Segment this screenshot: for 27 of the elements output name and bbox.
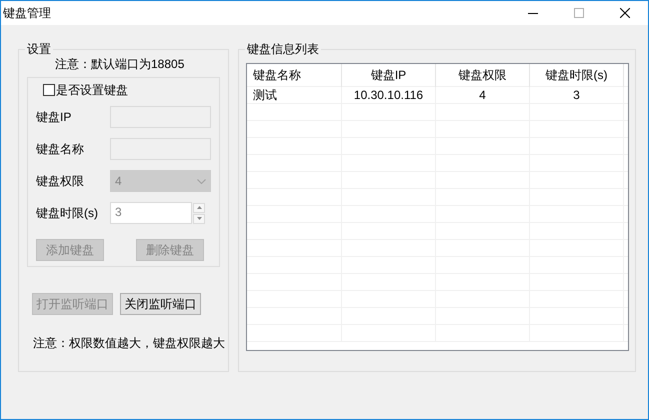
- table-cell: 10.30.10.116: [342, 87, 436, 104]
- footer-note: 注意：权限数值越大，键盘权限越大: [33, 335, 225, 351]
- button[interactable]: 关闭监听端口: [120, 293, 201, 315]
- chevron-down-icon: [197, 178, 206, 184]
- field-label: 键盘时限(s): [36, 205, 99, 222]
- column-header[interactable]: 键盘名称: [247, 64, 342, 86]
- group-title: 设置: [25, 41, 53, 57]
- caret-down-icon: [196, 217, 202, 220]
- window-title: 键盘管理: [2, 5, 51, 22]
- table-cell: 测试: [247, 87, 342, 104]
- field-label: 键盘名称: [36, 141, 85, 158]
- group-title: 键盘信息列表: [245, 41, 321, 57]
- field-label: 键盘IP: [36, 109, 72, 126]
- maximize-icon: [574, 8, 584, 18]
- minimize-icon: [528, 12, 538, 14]
- close-icon: [620, 8, 630, 18]
- column-header[interactable]: 键盘时限(s): [530, 64, 624, 86]
- table-cell: 4: [436, 87, 530, 104]
- column-header[interactable]: 键盘IP: [342, 64, 436, 86]
- spin-up-button[interactable]: [193, 202, 205, 212]
- spin-down-button[interactable]: [193, 214, 205, 224]
- caret-up-icon: [196, 206, 202, 209]
- table-cell: 3: [530, 87, 624, 104]
- port-note: 注意：默认端口为18805: [55, 56, 184, 72]
- checkbox[interactable]: 是否设置键盘: [43, 81, 219, 99]
- column-header[interactable]: 键盘权限: [436, 64, 530, 86]
- field-label: 键盘权限: [36, 173, 85, 190]
